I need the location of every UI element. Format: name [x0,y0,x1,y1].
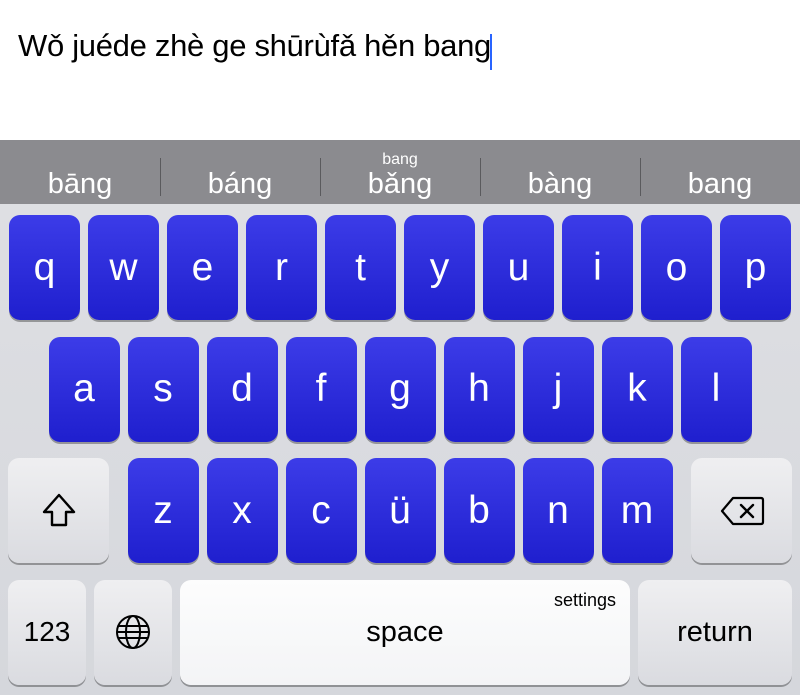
candidate-main-label: bang [688,168,753,200]
candidate-small-label: bang [382,151,418,169]
key-u[interactable]: u [483,215,554,320]
shift-icon [39,492,79,530]
key-f[interactable]: f [286,337,357,442]
candidate-1[interactable]: bāng [0,140,160,204]
backspace-key[interactable] [691,458,792,563]
return-key-label: return [677,616,753,649]
key-p[interactable]: p [720,215,791,320]
space-key-label: space [366,616,443,649]
key-a[interactable]: a [49,337,120,442]
key-l[interactable]: l [681,337,752,442]
key-t[interactable]: t [325,215,396,320]
text-cursor [490,34,492,70]
text-input-area[interactable]: Wǒ juéde zhè ge shūrùfǎ hěn bang [0,0,800,140]
key-g[interactable]: g [365,337,436,442]
key-z[interactable]: z [128,458,199,563]
candidate-main-label: bàng [528,168,593,200]
candidate-2[interactable]: báng [160,140,320,204]
key-i[interactable]: i [562,215,633,320]
candidate-main-label: bāng [48,168,113,200]
numbers-key-label: 123 [24,616,71,648]
virtual-keyboard: q w e r t y u i o p a s d f g h j k l z … [0,204,800,695]
candidate-3[interactable]: bang bǎng [320,140,480,204]
key-row-3: z x c ü b n m [8,458,792,563]
shift-key[interactable] [8,458,109,563]
key-row-3-letters: z x c ü b n m [128,458,673,563]
composed-text: Wǒ juéde zhè ge shūrùfǎ hěn bang [18,28,491,63]
globe-icon [113,612,153,652]
key-m[interactable]: m [602,458,673,563]
key-w[interactable]: w [88,215,159,320]
key-u-umlaut[interactable]: ü [365,458,436,563]
key-e[interactable]: e [167,215,238,320]
space-key[interactable]: settings space [180,580,630,685]
key-row-4: 123 settings space return [8,580,792,685]
key-y[interactable]: y [404,215,475,320]
candidate-5[interactable]: bang [640,140,800,204]
key-o[interactable]: o [641,215,712,320]
key-b[interactable]: b [444,458,515,563]
globe-key[interactable] [94,580,172,685]
numbers-key[interactable]: 123 [8,580,86,685]
key-d[interactable]: d [207,337,278,442]
key-k[interactable]: k [602,337,673,442]
key-row-2: a s d f g h j k l [8,337,792,442]
candidate-main-label: báng [208,168,273,200]
key-x[interactable]: x [207,458,278,563]
key-s[interactable]: s [128,337,199,442]
key-c[interactable]: c [286,458,357,563]
candidate-main-label: bǎng [368,168,433,200]
key-row-1: q w e r t y u i o p [8,215,792,320]
backspace-icon [719,494,765,528]
key-n[interactable]: n [523,458,594,563]
key-j[interactable]: j [523,337,594,442]
key-r[interactable]: r [246,215,317,320]
candidate-4[interactable]: bàng [480,140,640,204]
key-q[interactable]: q [9,215,80,320]
key-h[interactable]: h [444,337,515,442]
space-settings-label: settings [554,590,616,611]
return-key[interactable]: return [638,580,792,685]
candidate-bar: bāng báng bang bǎng bàng bang [0,140,800,204]
